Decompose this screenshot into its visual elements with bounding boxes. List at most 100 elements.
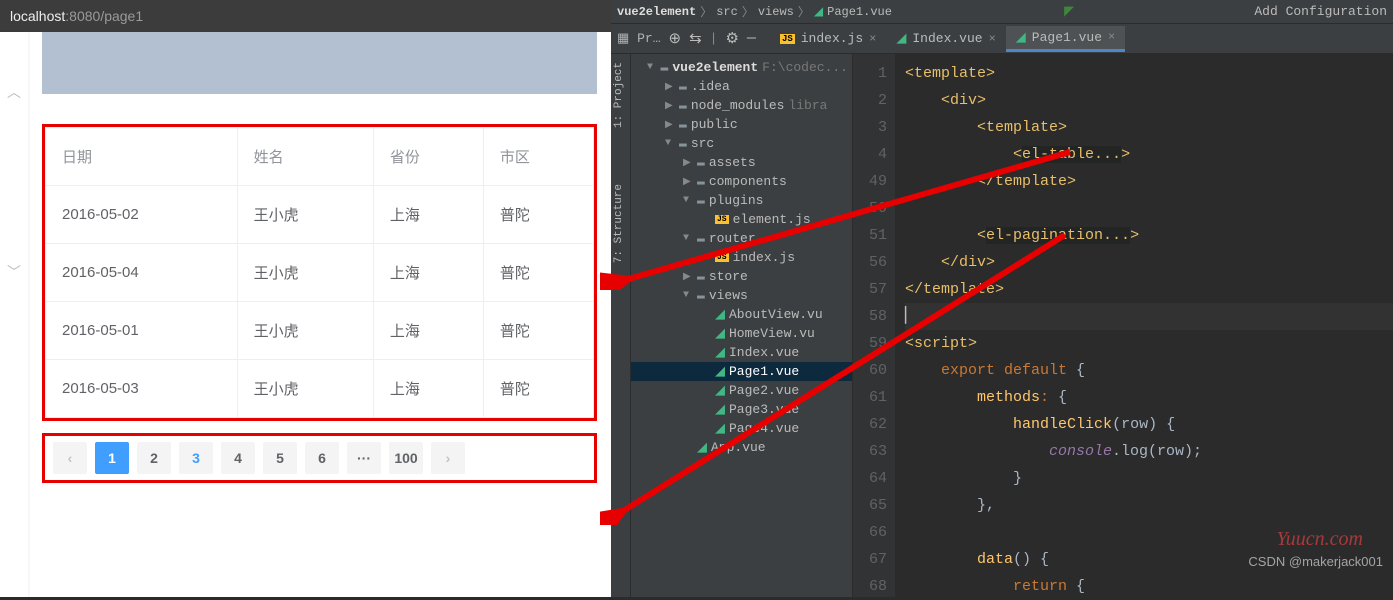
code-line-59[interactable]: <script> <box>905 330 1393 357</box>
folder-icon: ▬ <box>679 98 687 113</box>
tree-item-AboutView.vu[interactable]: ◢AboutView.vu <box>631 305 852 324</box>
tree-item-plugins[interactable]: ▼▬plugins <box>631 191 852 210</box>
expand-arrow-icon[interactable]: ▼ <box>683 195 693 206</box>
side-tab-structure[interactable]: 7: Structure <box>611 176 627 271</box>
minimize-icon[interactable]: — <box>747 30 756 47</box>
line-number: 66 <box>853 519 887 546</box>
editor-tab-index.js[interactable]: JSindex.js× <box>770 26 886 52</box>
code-line-68[interactable]: return { <box>905 573 1393 600</box>
code-line-63[interactable]: console.log(row); <box>905 438 1393 465</box>
tree-item-vue2element[interactable]: ▼▬vue2element F:\codec... <box>631 58 852 77</box>
tree-item-node_modules[interactable]: ▶▬node_modules libra <box>631 96 852 115</box>
tree-item-src[interactable]: ▼▬src <box>631 134 852 153</box>
crumb-file[interactable]: Page1.vue <box>827 5 892 19</box>
expand-arrow-icon[interactable]: ▶ <box>665 100 675 112</box>
line-number: 50 <box>853 195 887 222</box>
tree-item-public[interactable]: ▶▬public <box>631 115 852 134</box>
data-table: 日期 姓名 省份 市区 2016-05-02王小虎上海普陀2016-05-04王… <box>45 127 594 418</box>
close-icon[interactable]: × <box>989 32 996 46</box>
page-button-3[interactable]: 3 <box>179 442 213 474</box>
code-line-60[interactable]: export default { <box>905 357 1393 384</box>
expand-arrow-icon[interactable]: ▼ <box>647 62 657 73</box>
code-editor[interactable]: 123449505156575859606162636465666768 <te… <box>853 54 1393 597</box>
page-button-5[interactable]: 5 <box>263 442 297 474</box>
line-gutter: 123449505156575859606162636465666768 <box>853 54 895 597</box>
page-button-6[interactable]: 6 <box>305 442 339 474</box>
tree-item-HomeView.vu[interactable]: ◢HomeView.vu <box>631 324 852 343</box>
editor-tab-Page1.vue[interactable]: ◢Page1.vue× <box>1006 26 1125 52</box>
expand-arrow-icon[interactable]: ▶ <box>683 157 693 169</box>
page-button-100[interactable]: 100 <box>389 442 423 474</box>
code-line-49[interactable]: </template> <box>905 168 1393 195</box>
target-icon[interactable]: ⊕ <box>669 29 682 48</box>
code-line-50[interactable] <box>905 195 1393 222</box>
close-icon[interactable]: × <box>1108 30 1115 44</box>
expand-arrow-icon[interactable]: ▶ <box>665 119 675 131</box>
code-line-64[interactable]: } <box>905 465 1393 492</box>
tree-item-store[interactable]: ▶▬store <box>631 267 852 286</box>
page-button-2[interactable]: 2 <box>137 442 171 474</box>
expand-arrow-icon[interactable]: ▼ <box>683 233 693 244</box>
tree-item-.idea[interactable]: ▶▬.idea <box>631 77 852 96</box>
tree-item-Page2.vue[interactable]: ◢Page2.vue <box>631 381 852 400</box>
code-line-62[interactable]: handleClick(row) { <box>905 411 1393 438</box>
code-line-1[interactable]: <template> <box>905 60 1393 87</box>
crumb-src[interactable]: src <box>716 5 738 19</box>
tree-item-components[interactable]: ▶▬components <box>631 172 852 191</box>
page-button-1[interactable]: 1 <box>95 442 129 474</box>
collapse-down-icon[interactable]: ﹀ <box>0 262 28 282</box>
expand-arrow-icon[interactable]: ▶ <box>665 81 675 93</box>
gear-icon[interactable]: ⚙ <box>725 29 738 48</box>
code-line-2[interactable]: <div> <box>905 87 1393 114</box>
page-button-···[interactable]: ··· <box>347 442 381 474</box>
close-icon[interactable]: × <box>869 32 876 46</box>
page-prev-button[interactable]: ‹ <box>53 442 87 474</box>
tree-item-views[interactable]: ▼▬views <box>631 286 852 305</box>
page-next-button[interactable]: › <box>431 442 465 474</box>
table-highlight-frame: 日期 姓名 省份 市区 2016-05-02王小虎上海普陀2016-05-04王… <box>42 124 597 421</box>
code-line-65[interactable]: }, <box>905 492 1393 519</box>
page-button-4[interactable]: 4 <box>221 442 255 474</box>
crumb-project[interactable]: vue2element <box>617 5 696 19</box>
expand-arrow-icon[interactable]: ▶ <box>683 176 693 188</box>
tree-item-element.js[interactable]: JSelement.js <box>631 210 852 229</box>
expand-arrow-icon[interactable]: ▶ <box>683 271 693 283</box>
editor-tab-Index.vue[interactable]: ◢Index.vue× <box>886 26 1005 52</box>
crumb-views[interactable]: views <box>758 5 794 19</box>
address-path: /page1 <box>100 8 143 24</box>
table-row[interactable]: 2016-05-04王小虎上海普陀 <box>46 244 594 302</box>
vue-icon: ◢ <box>715 345 725 360</box>
expand-arrow-icon[interactable]: ▼ <box>665 138 675 149</box>
side-tab-project[interactable]: 1: Project <box>611 54 627 136</box>
table-row[interactable]: 2016-05-02王小虎上海普陀 <box>46 186 594 244</box>
code-line-61[interactable]: methods: { <box>905 384 1393 411</box>
table-row[interactable]: 2016-05-03王小虎上海普陀 <box>46 360 594 418</box>
code-line-3[interactable]: <template> <box>905 114 1393 141</box>
project-tree: ▼▬vue2element F:\codec...▶▬.idea▶▬node_m… <box>631 54 853 597</box>
tree-item-App.vue[interactable]: ◢App.vue <box>631 438 852 457</box>
code-line-51[interactable]: <el-pagination...> <box>905 222 1393 249</box>
code-line-57[interactable]: </template> <box>905 276 1393 303</box>
collapse-up-icon[interactable]: ︿ <box>0 82 28 102</box>
tree-item-Page1.vue[interactable]: ◢Page1.vue <box>631 362 852 381</box>
address-bar[interactable]: localhost:8080/page1 <box>0 0 611 32</box>
ide-window: vue2element 〉 src 〉 views 〉 ◢ Page1.vue … <box>611 0 1393 597</box>
hammer-icon[interactable]: ◤ <box>1064 4 1074 19</box>
tree-item-Page4.vue[interactable]: ◢Page4.vue <box>631 419 852 438</box>
line-number: 65 <box>853 492 887 519</box>
project-tool-button[interactable]: ▦ Pr… <box>617 31 661 46</box>
add-configuration-button[interactable]: Add Configuration <box>1254 4 1387 19</box>
code-line-56[interactable]: </div> <box>905 249 1393 276</box>
tree-item-index.js[interactable]: JSindex.js <box>631 248 852 267</box>
code-area[interactable]: <template> <div> <template> <el-table...… <box>895 54 1393 597</box>
code-line-4[interactable]: <el-table...> <box>905 141 1393 168</box>
code-line-58[interactable]: ▏ <box>905 303 1393 330</box>
tree-item-assets[interactable]: ▶▬assets <box>631 153 852 172</box>
line-number: 49 <box>853 168 887 195</box>
tree-item-Index.vue[interactable]: ◢Index.vue <box>631 343 852 362</box>
table-row[interactable]: 2016-05-01王小虎上海普陀 <box>46 302 594 360</box>
expand-arrow-icon[interactable]: ▼ <box>683 290 693 301</box>
tree-item-router[interactable]: ▼▬router <box>631 229 852 248</box>
tree-item-Page3.vue[interactable]: ◢Page3.vue <box>631 400 852 419</box>
collapse-icon[interactable]: ⇆ <box>689 29 702 48</box>
